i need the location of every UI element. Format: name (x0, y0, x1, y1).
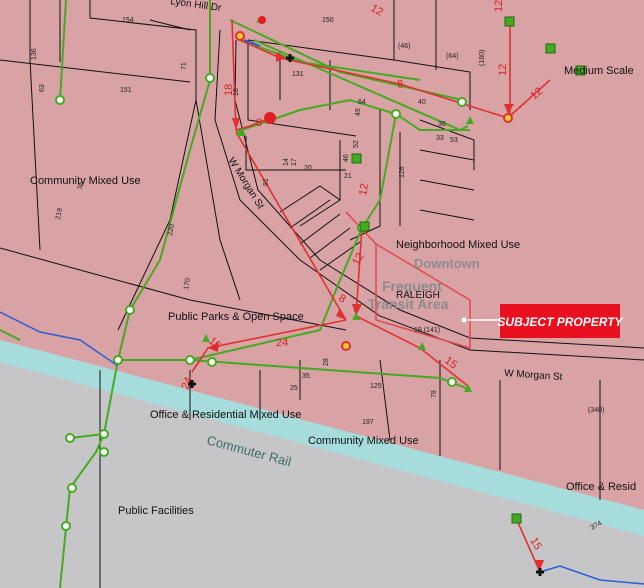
sewer-node-icon[interactable] (65, 433, 75, 443)
sewer-node-icon[interactable] (207, 357, 217, 367)
parcel-number: 19 (141) (414, 327, 440, 334)
sewer-node-icon[interactable] (205, 73, 215, 83)
manhole-icon[interactable] (235, 31, 245, 41)
sewer-node-icon[interactable] (67, 483, 77, 493)
hydrant-icon[interactable] (258, 16, 266, 24)
parcel-number: 46 (343, 154, 350, 162)
zone-label: Community Mixed Use (308, 435, 419, 447)
parcel-number: 131 (292, 71, 304, 78)
parcel-number: 40 (418, 99, 426, 106)
parcel-number: 49 (355, 108, 362, 116)
subject-property-point[interactable] (461, 317, 467, 323)
subject-property-label: SUBJECT PROPERTY (497, 315, 623, 329)
sewer-node-icon[interactable] (99, 429, 109, 439)
sewer-node-icon[interactable] (511, 513, 522, 524)
parcel-number: 36 (438, 121, 446, 128)
sewer-zoning-map[interactable]: 154 150 (46) (64) (180) 131 136 151 64 4… (0, 0, 644, 588)
zone-label-downtown: Downtown (414, 256, 480, 271)
sewer-node-icon[interactable] (61, 521, 71, 531)
parcel-number: 136 (31, 48, 38, 60)
raleigh-label: RALEIGH (396, 290, 440, 301)
pipe-size: 24 (276, 337, 288, 349)
pipe-size: 18 (223, 84, 235, 96)
parcel-number: 64 (358, 99, 366, 106)
pipe-size: 12 (497, 64, 509, 76)
zone-label: Office & Resid (566, 481, 636, 493)
parcel-number: (180) (479, 50, 486, 66)
parcel-number: 71 (181, 62, 188, 70)
sewer-node-icon[interactable] (125, 305, 135, 315)
parcel-number: 197 (362, 419, 374, 426)
manhole-icon[interactable] (341, 341, 351, 351)
zone-label: Medium Scale (564, 65, 634, 77)
parcel-number: 125 (370, 383, 382, 390)
parcel-number: 21 (344, 173, 352, 180)
sewer-node-icon[interactable] (99, 447, 109, 457)
zone-label: Neighborhood Mixed Use (396, 239, 520, 251)
parcel-number: 126 (399, 166, 406, 178)
parcel-number: 20 (304, 165, 312, 172)
parcel-number: 154 (122, 17, 134, 24)
parcel-number: 63 (39, 84, 46, 92)
parcel-number: 91 (263, 178, 270, 186)
zone-label: Public Facilities (118, 505, 194, 517)
parcel-number: 28 (323, 358, 330, 366)
parcel-number: 35 (302, 373, 310, 380)
sewer-node-icon[interactable] (351, 153, 362, 164)
sewer-node-icon[interactable] (359, 221, 370, 232)
sewer-node-icon[interactable] (185, 355, 195, 365)
sewer-node-icon[interactable] (55, 95, 65, 105)
parcel-number: 52 (353, 140, 360, 148)
sewer-node-icon[interactable] (391, 109, 401, 119)
parcel-number: 33 (436, 135, 444, 142)
sewer-node-icon[interactable] (457, 97, 467, 107)
parcel-number: 14 (283, 158, 290, 166)
pipe-size: 12 (357, 182, 371, 196)
sewer-node-icon[interactable] (113, 355, 123, 365)
parcel-number: 151 (120, 87, 132, 94)
parcel-number: (64) (446, 53, 458, 60)
sewer-node-icon[interactable] (504, 16, 515, 27)
sewer-node-icon[interactable] (447, 377, 457, 387)
manhole-icon[interactable] (503, 113, 513, 123)
parcel-number: 150 (322, 17, 334, 24)
zone-label: Community Mixed Use (30, 175, 141, 187)
parcel-number: 25 (290, 385, 298, 392)
parcel-number: 53 (450, 137, 458, 144)
pipe-size: 12 (493, 0, 505, 12)
hydrant-icon[interactable] (264, 112, 276, 124)
sewer-node-icon[interactable] (545, 43, 556, 54)
zone-label: Public Parks & Open Space (168, 311, 304, 323)
parcel-number: 78 (431, 390, 438, 398)
parcel-number: 17 (291, 158, 298, 166)
parcel-number: (46) (398, 43, 410, 50)
pipe-size: 8 (256, 117, 262, 129)
zone-label: Office & Residential Mixed Use (150, 409, 301, 421)
parcel-number: (340) (588, 407, 604, 414)
